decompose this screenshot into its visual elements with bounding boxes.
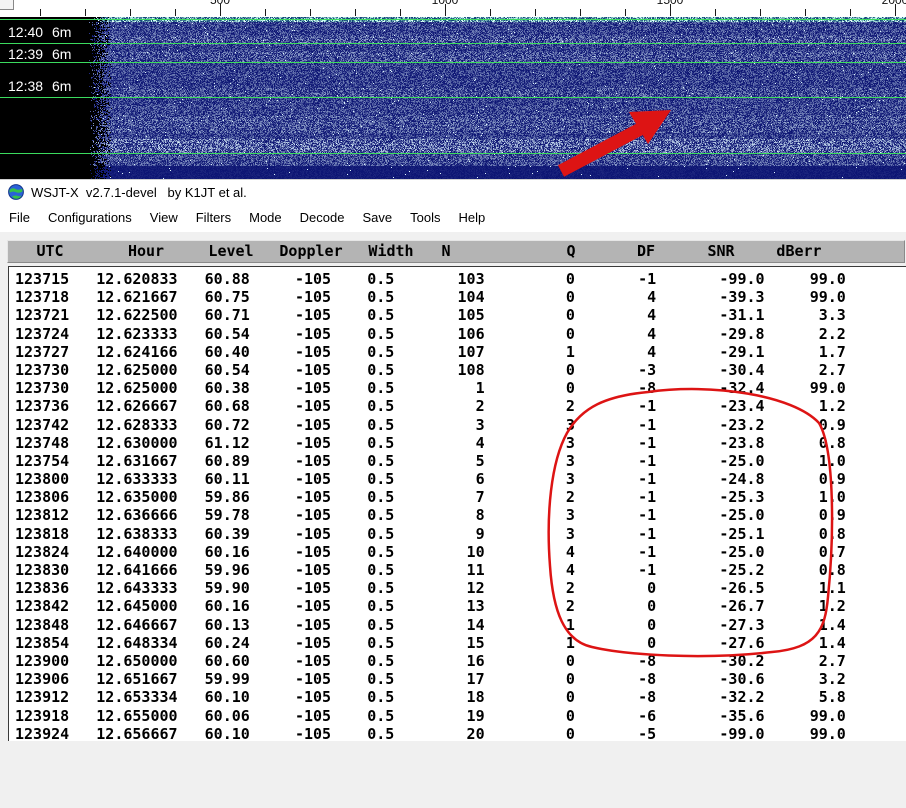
table-row: 123906 12.651667 59.99 -105 0.5 17 0 -8 …	[15, 670, 906, 688]
table-row: 123800 12.633333 60.11 -105 0.5 6 3 -1 -…	[15, 470, 906, 488]
table-row: 123842 12.645000 60.16 -105 0.5 13 2 0 -…	[15, 597, 906, 615]
table-row: 123730 12.625000 60.38 -105 0.5 1 0 -8 -…	[15, 379, 906, 397]
column-header-utc: UTC	[36, 242, 63, 260]
scale-tick	[850, 9, 851, 16]
column-header-n: N	[441, 242, 450, 260]
table-row: 123742 12.628333 60.72 -105 0.5 3 3 -1 -…	[15, 416, 906, 434]
table-row: 123736 12.626667 60.68 -105 0.5 2 2 -1 -…	[15, 397, 906, 415]
table-row: 123754 12.631667 60.89 -105 0.5 5 3 -1 -…	[15, 452, 906, 470]
column-header-level: Level	[208, 242, 253, 260]
table-row: 123830 12.641666 59.96 -105 0.5 11 4 -1 …	[15, 561, 906, 579]
scale-label: 500	[210, 0, 230, 7]
scale-tick	[625, 9, 626, 16]
window-corner-fragment	[0, 0, 14, 10]
table-row: 123836 12.643333 59.90 -105 0.5 12 2 0 -…	[15, 579, 906, 597]
column-header-df: DF	[637, 242, 655, 260]
window-title: WSJT-X v2.7.1-devel by K1JT et al.	[31, 185, 247, 200]
scale-tick	[400, 9, 401, 16]
control-bar: BP Stop Monitor Erase Clear Avg Avg 10 ▲…	[0, 741, 906, 808]
column-header-hour: Hour	[128, 242, 164, 260]
table-row: 123727 12.624166 60.40 -105 0.5 107 1 4 …	[15, 343, 906, 361]
scale-tick	[490, 9, 491, 16]
table-row: 123730 12.625000 60.54 -105 0.5 108 0 -3…	[15, 361, 906, 379]
scale-tick	[805, 9, 806, 16]
scale-tick	[40, 9, 41, 16]
table-row: 123806 12.635000 59.86 -105 0.5 7 2 -1 -…	[15, 488, 906, 506]
scale-tick	[310, 9, 311, 16]
scale-tick	[175, 9, 176, 16]
scale-tick	[580, 9, 581, 16]
column-header-doppler: Doppler	[279, 242, 342, 260]
menu-item-tools[interactable]: Tools	[401, 204, 449, 232]
column-header-snr: SNR	[707, 242, 734, 260]
scale-tick	[535, 9, 536, 16]
menu-item-view[interactable]: View	[141, 204, 187, 232]
scale-tick	[265, 9, 266, 16]
scale-tick	[355, 9, 356, 16]
menu-bar: FileConfigurationsViewFiltersModeDecodeS…	[0, 204, 906, 232]
decode-table: 123715 12.620833 60.88 -105 0.5 103 0 -1…	[8, 266, 906, 744]
column-header-dberr: dBerr	[776, 242, 821, 260]
title-bar: WSJT-X v2.7.1-devel by K1JT et al.	[0, 179, 906, 205]
menu-item-decode[interactable]: Decode	[291, 204, 354, 232]
table-row: 123748 12.630000 61.12 -105 0.5 4 3 -1 -…	[15, 434, 906, 452]
table-row: 123824 12.640000 60.16 -105 0.5 10 4 -1 …	[15, 543, 906, 561]
scale-tick	[130, 9, 131, 16]
scale-tick	[85, 9, 86, 16]
menu-item-save[interactable]: Save	[353, 204, 401, 232]
menu-item-configurations[interactable]: Configurations	[39, 204, 141, 232]
scale-label: 1000	[432, 0, 459, 7]
frequency-scale: 500 1000 1500 2000	[0, 0, 906, 17]
scale-label: 2000	[882, 0, 906, 7]
table-row: 123718 12.621667 60.75 -105 0.5 104 0 4 …	[15, 288, 906, 306]
table-row: 123721 12.622500 60.71 -105 0.5 105 0 4 …	[15, 306, 906, 324]
scale-tick	[760, 9, 761, 16]
app-globe-icon	[8, 184, 24, 200]
waterfall-noise[interactable]	[0, 17, 906, 179]
table-row: 123918 12.655000 60.06 -105 0.5 19 0 -6 …	[15, 707, 906, 725]
menu-item-help[interactable]: Help	[449, 204, 494, 232]
table-row: 123912 12.653334 60.10 -105 0.5 18 0 -8 …	[15, 688, 906, 706]
scale-tick	[715, 9, 716, 16]
wsjtx-window: 500100015002000 12:406m12:396m12:386m WS…	[0, 0, 906, 808]
waterfall-display: 500100015002000 12:406m12:396m12:386m	[0, 0, 906, 179]
column-header-q: Q	[566, 242, 575, 260]
table-row: 123854 12.648334 60.24 -105 0.5 15 1 0 -…	[15, 634, 906, 652]
table-header: UTC Hour Level Doppler Width N Q DF SNR dBerr	[7, 240, 905, 263]
table-row: 123900 12.650000 60.60 -105 0.5 16 0 -8 …	[15, 652, 906, 670]
menu-item-file[interactable]: File	[0, 204, 39, 232]
table-row: 123848 12.646667 60.13 -105 0.5 14 1 0 -…	[15, 616, 906, 634]
menu-item-mode[interactable]: Mode	[240, 204, 291, 232]
scale-label: 1500	[657, 0, 684, 7]
table-row: 123818 12.638333 60.39 -105 0.5 9 3 -1 -…	[15, 525, 906, 543]
table-row: 123715 12.620833 60.88 -105 0.5 103 0 -1…	[15, 270, 906, 288]
column-header-width: Width	[368, 242, 413, 260]
menu-item-filters[interactable]: Filters	[187, 204, 240, 232]
table-row: 123812 12.636666 59.78 -105 0.5 8 3 -1 -…	[15, 506, 906, 524]
table-row: 123724 12.623333 60.54 -105 0.5 106 0 4 …	[15, 325, 906, 343]
